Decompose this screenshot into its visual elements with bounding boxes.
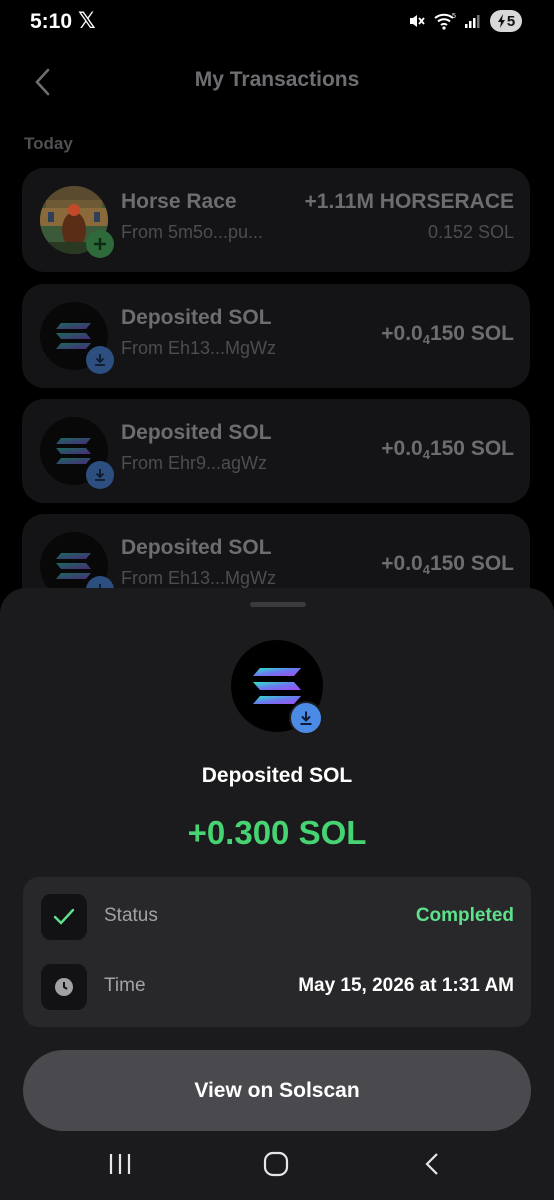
battery-icon: 5: [490, 10, 522, 32]
download-badge-icon: [289, 701, 323, 735]
status-time: 5:10: [30, 10, 73, 33]
status-row: Status Completed: [23, 877, 531, 947]
page-title: My Transactions: [194, 68, 360, 91]
token-avatar: [40, 302, 114, 374]
home-icon: [263, 1151, 289, 1177]
transaction-amount: +0.300 SOL: [187, 814, 367, 851]
transaction-amount: +0.04150 SOL: [381, 437, 514, 462]
battery-level: 5: [506, 12, 516, 30]
status-value: Completed: [415, 905, 514, 926]
system-nav-bar: [0, 1140, 554, 1200]
signal-icon: [465, 15, 480, 28]
transaction-row[interactable]: Horse Race From 5m5o...pu... +1.11M HORS…: [22, 168, 530, 272]
transaction-title: Deposited SOL: [121, 421, 272, 444]
transaction-detail-sheet: Deposited SOL +0.300 SOL Status Complete…: [0, 588, 554, 1200]
transaction-title: Deposited SOL: [121, 536, 272, 559]
svg-text:5: 5: [452, 13, 456, 20]
transaction-amount: +0.04150 SOL: [381, 322, 514, 347]
status-bar: 5:10 𝕏 5 5: [0, 0, 554, 44]
solana-logo-icon: [56, 438, 91, 464]
transaction-row[interactable]: Deposited SOL From Eh13...MgWz +0.04150 …: [22, 284, 530, 388]
token-avatar: [40, 417, 114, 489]
recent-apps-button[interactable]: [100, 1150, 140, 1178]
time-row: Time May 15, 2026 at 1:31 AM: [23, 947, 531, 1017]
system-back-button[interactable]: [412, 1150, 452, 1178]
x-app-icon: 𝕏: [78, 8, 96, 33]
transaction-details-card: Status Completed Time May 15, 2026 at 1:…: [23, 877, 531, 1027]
section-label-today: Today: [24, 134, 73, 153]
mute-icon: [410, 15, 425, 27]
sheet-drag-handle[interactable]: [250, 602, 306, 607]
recent-apps-icon: [109, 1154, 131, 1174]
wifi-icon: 5: [434, 13, 456, 30]
solana-logo-icon: [56, 323, 91, 349]
back-icon: [425, 1153, 438, 1175]
plus-badge-icon: [86, 230, 114, 258]
time-value: May 15, 2026 at 1:31 AM: [298, 975, 514, 996]
transaction-amount: +0.04150 SOL: [381, 552, 514, 577]
transaction-sender: From Ehr9...agWz: [121, 453, 268, 473]
transaction-sender: From Eh13...MgWz: [121, 338, 277, 358]
solana-logo-icon: [253, 668, 301, 704]
status-label: Status: [104, 905, 158, 926]
home-button[interactable]: [256, 1150, 296, 1178]
transaction-sender: From 5m5o...pu...: [121, 222, 264, 242]
download-badge-icon: [86, 461, 114, 489]
status-icons: 5 5: [408, 10, 522, 32]
clock-icon: [41, 964, 87, 1010]
transaction-type-title: Deposited SOL: [201, 764, 353, 787]
view-on-solscan-button[interactable]: View on Solscan: [23, 1050, 531, 1131]
transaction-amount-sol: 0.152 SOL: [427, 222, 514, 242]
transaction-amount: +1.11M HORSERACE: [304, 190, 515, 213]
solana-logo-icon: [56, 553, 91, 579]
token-icon: [231, 640, 323, 735]
transaction-row[interactable]: Deposited SOL From Ehr9...agWz +0.04150 …: [22, 399, 530, 503]
token-avatar: [40, 186, 114, 258]
download-badge-icon: [86, 346, 114, 374]
transaction-title: Horse Race: [121, 190, 237, 213]
checkmark-icon: [41, 894, 87, 940]
time-label: Time: [104, 975, 146, 996]
transaction-title: Deposited SOL: [121, 306, 272, 329]
transaction-sender: From Eh13...MgWz: [121, 568, 277, 588]
